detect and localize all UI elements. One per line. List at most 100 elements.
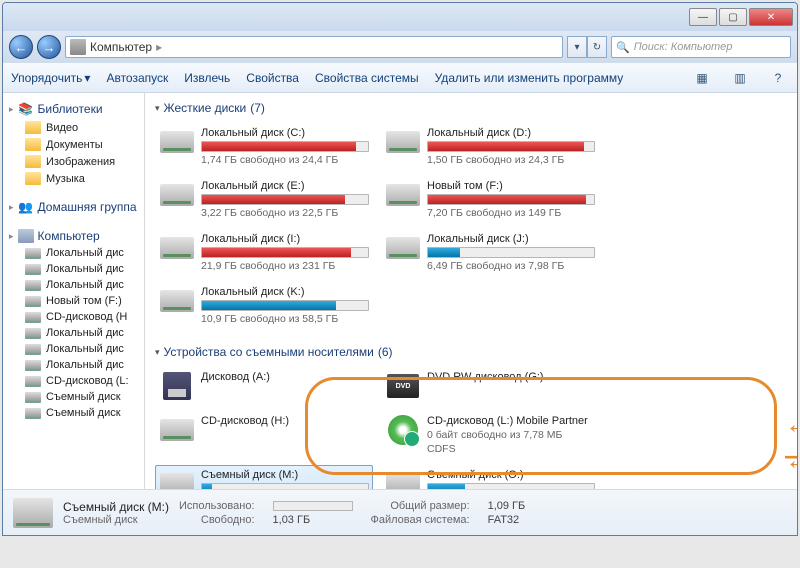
drive-item[interactable]: Локальный диск (C:) 1,74 ГБ свободно из 2… <box>155 123 373 170</box>
hdd-icon <box>386 131 420 153</box>
back-button[interactable]: ← <box>9 35 33 59</box>
drive-sub: 1,50 ГБ свободно из 24,3 ГБ <box>427 154 595 166</box>
eject-button[interactable]: Извлечь <box>184 71 230 85</box>
drive-sub: 21,9 ГБ свободно из 231 ГБ <box>201 260 369 272</box>
capacity-bar <box>427 247 595 258</box>
sidebar-item-pictures[interactable]: Изображения <box>3 153 144 170</box>
chevron-right-icon[interactable]: ▸ <box>156 40 162 54</box>
sidebar-item-drive[interactable]: Съемный диск <box>3 405 144 421</box>
drive-item[interactable]: Съемный диск (M:)1,03 ГБ свободно из 1,0… <box>155 465 373 489</box>
body: ▸📚Библиотеки Видео Документы Изображения… <box>3 93 797 489</box>
hdd-icon <box>160 184 194 206</box>
removable-grid: Дисковод (A:) DVD DVD RW дисковод (G:) CD-д… <box>155 367 793 489</box>
drive-item[interactable]: Новый том (F:)7,20 ГБ свободно из 149 ГБ <box>381 176 599 223</box>
drive-item[interactable]: Локальный диск (J:)6,49 ГБ свободно из 7… <box>381 229 599 276</box>
preview-pane-icon[interactable]: ▥ <box>729 67 751 89</box>
autorun-button[interactable]: Автозапуск <box>106 71 168 85</box>
titlebar: — ▢ ✕ <box>3 3 797 31</box>
breadcrumb-item[interactable]: Компьютер <box>90 40 152 54</box>
drive-name: Съемный диск (O:) <box>427 469 595 481</box>
sidebar: ▸📚Библиотеки Видео Документы Изображения… <box>3 93 145 489</box>
drive-icon <box>25 344 41 355</box>
floppy-icon <box>163 372 191 400</box>
view-icon[interactable]: ▦ <box>691 67 713 89</box>
explorer-window: — ▢ ✕ ← → Компьютер ▸ ▾ ↻ 🔍 Поиск: Компь… <box>2 2 798 536</box>
sidebar-item-music[interactable]: Музыка <box>3 170 144 187</box>
drive-name: Съемный диск (M:) <box>201 469 369 481</box>
chevron-icon: ▸ <box>9 231 14 242</box>
drive-icon <box>25 296 41 307</box>
group-removable[interactable]: ▾Устройства со съемными носителями (6) <box>155 345 793 359</box>
drive-name: Локальный диск (C:) <box>201 127 369 139</box>
minimize-button[interactable]: — <box>689 8 717 26</box>
sidebar-item-drive[interactable]: Съемный диск <box>3 389 144 405</box>
drive-sub: 10,9 ГБ свободно из 58,5 ГБ <box>201 313 369 325</box>
drive-icon <box>25 328 41 339</box>
hdd-icon <box>160 237 194 259</box>
drive-item[interactable]: Локальный диск (K:) 10,9 ГБ свободно из 5… <box>155 282 373 329</box>
sidebar-item-drive[interactable]: Локальный дис <box>3 341 144 357</box>
folder-icon <box>25 172 41 185</box>
sidebar-homegroup[interactable]: ▸👥Домашняя группа <box>3 197 144 217</box>
drive-icon <box>25 264 41 275</box>
hdd-icon <box>160 131 194 153</box>
used-bar <box>273 501 353 511</box>
forward-button[interactable]: → <box>37 35 61 59</box>
sidebar-item-drive[interactable]: Новый том (F:) <box>3 293 144 309</box>
help-icon[interactable]: ? <box>767 67 789 89</box>
drive-icon <box>13 498 53 528</box>
chevron-icon: ▸ <box>9 104 14 115</box>
dvd-icon: DVD <box>387 374 419 398</box>
drive-item[interactable]: Съемный диск (O:)5,74 ГБ свободно из 7,3… <box>381 465 599 489</box>
sidebar-item-video[interactable]: Видео <box>3 119 144 136</box>
drive-item[interactable]: Дисковод (A:) <box>155 367 373 405</box>
sidebar-computer[interactable]: ▸Компьютер <box>3 227 144 245</box>
drive-item[interactable]: CD-дисковод (L:) Mobile Partner0 байт св… <box>381 411 599 459</box>
hdd-icon <box>386 184 420 206</box>
toolbar: Упорядочить ▾ Автозапуск Извлечь Свойств… <box>3 63 797 93</box>
hdd-grid: Локальный диск (C:) 1,74 ГБ свободно из 2… <box>155 123 793 329</box>
drive-icon <box>25 392 41 403</box>
sidebar-item-drive[interactable]: CD-дисковод (H <box>3 309 144 325</box>
fs-label: Файловая система: <box>371 514 470 526</box>
sidebar-item-drive[interactable]: CD-дисковод (L: <box>3 373 144 389</box>
drive-item[interactable]: DVD DVD RW дисковод (G:) <box>381 367 599 405</box>
drive-item[interactable]: Локальный диск (D:)1,50 ГБ свободно из 2… <box>381 123 599 170</box>
drive-name: DVD RW дисковод (G:) <box>427 371 595 383</box>
sidebar-item-drive[interactable]: Локальный дис <box>3 357 144 373</box>
collapse-icon: ▾ <box>155 103 160 114</box>
refresh-button[interactable]: ↻ <box>587 36 607 58</box>
sidebar-libraries[interactable]: ▸📚Библиотеки <box>3 99 144 119</box>
drive-item[interactable]: Локальный диск (I:)21,9 ГБ свободно из 2… <box>155 229 373 276</box>
breadcrumb[interactable]: Компьютер ▸ <box>65 36 563 58</box>
capacity-bar <box>201 483 369 489</box>
hdd-icon <box>160 290 194 312</box>
sidebar-item-drive[interactable]: Локальный дис <box>3 261 144 277</box>
sidebar-item-drive[interactable]: Локальный дис <box>3 325 144 341</box>
drive-item[interactable]: CD-дисковод (H:) <box>155 411 373 459</box>
organize-menu[interactable]: Упорядочить ▾ <box>11 71 90 85</box>
drive-fs: CDFS <box>427 443 595 455</box>
drive-sub: 1,74 ГБ свободно из 24,4 ГБ <box>201 154 369 166</box>
close-button[interactable]: ✕ <box>749 8 793 26</box>
uninstall-button[interactable]: Удалить или изменить программу <box>435 71 624 85</box>
group-hdd[interactable]: ▾Жесткие диски (7) <box>155 101 793 115</box>
addr-buttons: ▾ ↻ <box>567 36 607 58</box>
drive-sub: 6,49 ГБ свободно из 7,98 ГБ <box>427 260 595 272</box>
sidebar-item-drive[interactable]: Локальный дис <box>3 277 144 293</box>
maximize-button[interactable]: ▢ <box>719 8 747 26</box>
folder-icon <box>25 121 41 134</box>
free-value: 1,03 ГБ <box>273 514 353 526</box>
homegroup-icon: 👥 <box>18 199 34 215</box>
drive-name: Локальный диск (K:) <box>201 286 369 298</box>
properties-button[interactable]: Свойства <box>246 71 299 85</box>
dropdown-button[interactable]: ▾ <box>567 36 587 58</box>
sysprops-button[interactable]: Свойства системы <box>315 71 419 85</box>
capacity-bar <box>201 300 369 311</box>
sidebar-item-drive[interactable]: Локальный дис <box>3 245 144 261</box>
computer-icon <box>18 229 34 243</box>
sidebar-item-documents[interactable]: Документы <box>3 136 144 153</box>
search-input[interactable]: 🔍 Поиск: Компьютер <box>611 36 791 58</box>
drive-sub: 3,22 ГБ свободно из 22,5 ГБ <box>201 207 369 219</box>
drive-item[interactable]: Локальный диск (E:)3,22 ГБ свободно из 2… <box>155 176 373 223</box>
